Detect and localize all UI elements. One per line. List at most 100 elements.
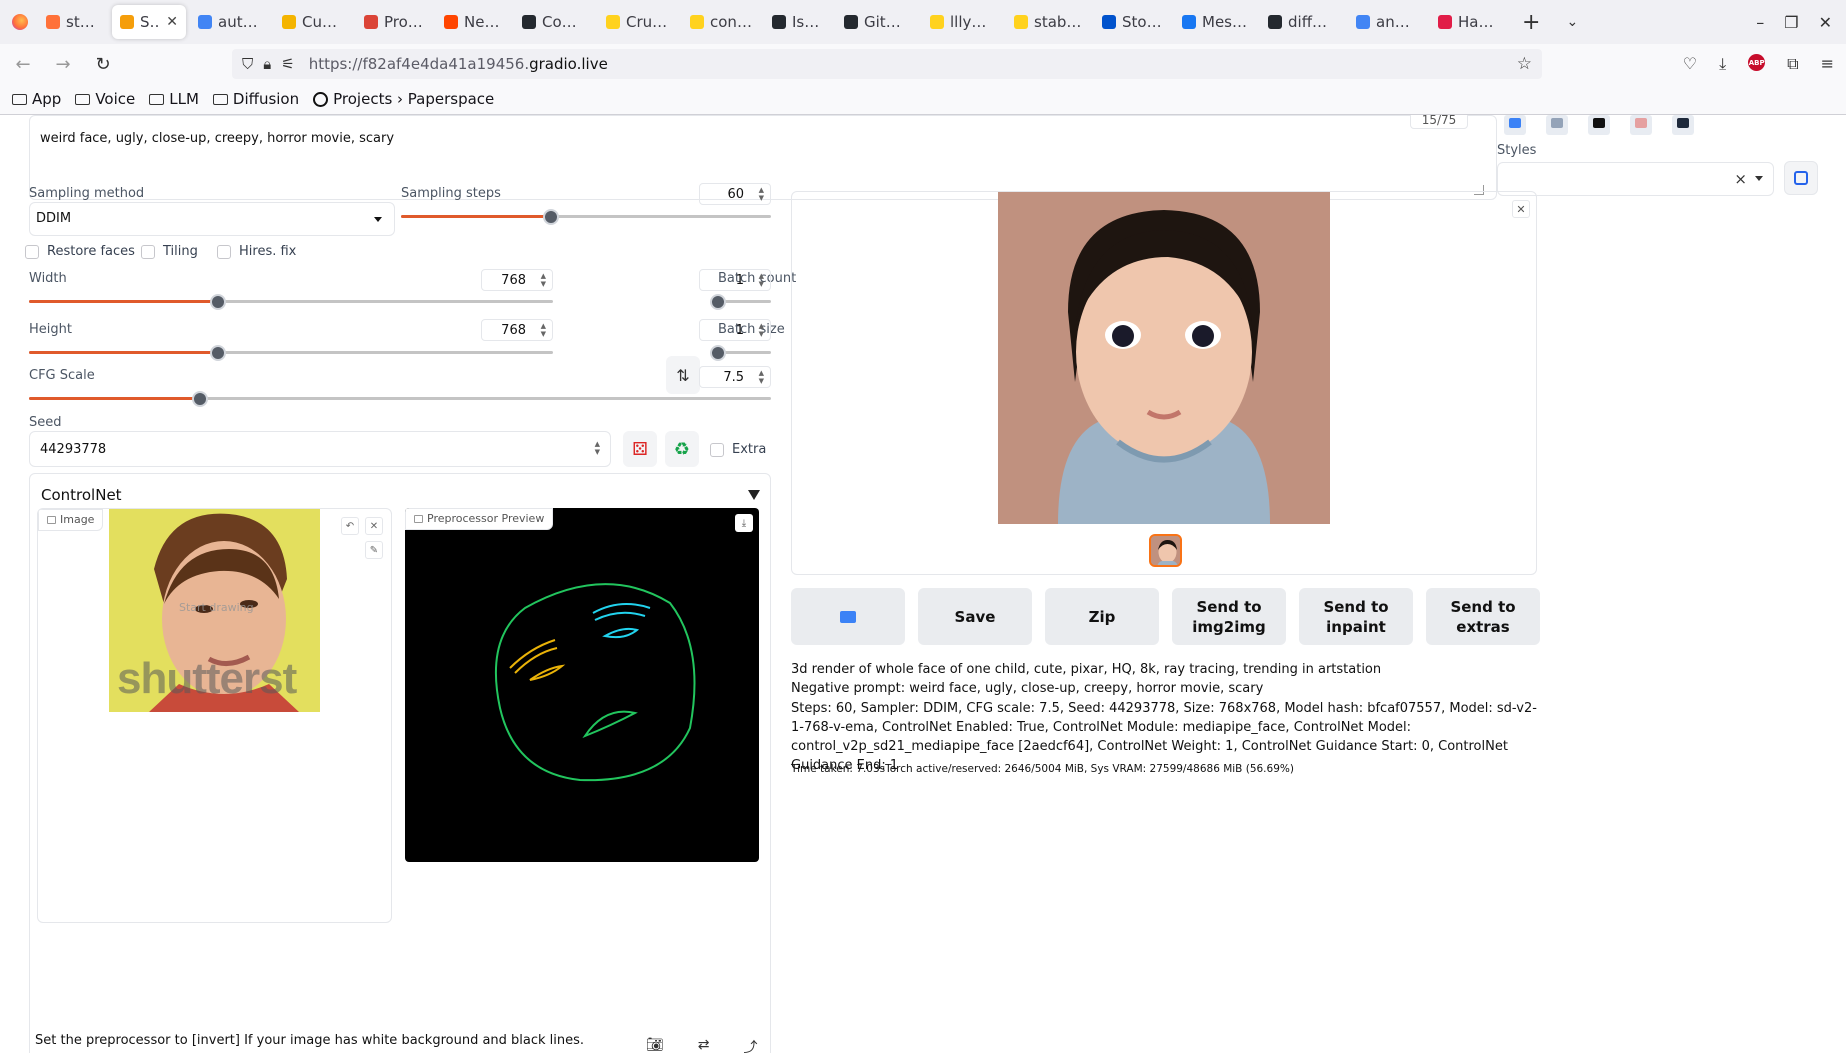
spinner-icon[interactable]: ▲ ▼ xyxy=(759,369,764,385)
browser-tab[interactable]: Promp xyxy=(356,5,432,39)
lock-icon[interactable]: 🔒︎ xyxy=(263,55,271,73)
close-icon[interactable]: ✕ xyxy=(1512,200,1530,218)
spinner-icon[interactable]: ▲ ▼ xyxy=(541,272,546,288)
download-icon[interactable]: ⤓ xyxy=(735,514,753,532)
browser-tab[interactable]: New C xyxy=(436,5,510,39)
height-slider[interactable] xyxy=(29,345,553,361)
browser-tab[interactable]: stable_ xyxy=(38,5,108,39)
sampling-method-select[interactable]: DDIM xyxy=(29,202,395,236)
reload-icon[interactable]: ↻ xyxy=(86,54,120,75)
back-icon[interactable]: ← xyxy=(6,54,40,75)
list-all-tabs-icon[interactable]: ⌄ xyxy=(1566,14,1578,30)
paste-icon[interactable] xyxy=(1504,115,1526,135)
swap-icon[interactable]: ⇄ xyxy=(698,1037,710,1053)
browser-tab[interactable]: Stab ✕ xyxy=(112,5,186,39)
firefox-icon[interactable] xyxy=(12,14,28,30)
cfg-scale-slider[interactable] xyxy=(29,391,771,407)
slider-thumb[interactable] xyxy=(209,294,226,310)
reuse-seed-button[interactable]: ♻ xyxy=(665,431,699,467)
adblock-icon[interactable]: ABP xyxy=(1748,54,1766,71)
browser-tab[interactable]: Contro xyxy=(514,5,594,39)
seed-input[interactable]: 44293778 ▲ ▼ xyxy=(29,431,611,467)
browser-tab[interactable]: stabilit xyxy=(1006,5,1090,39)
spinner-icon[interactable]: ▲ ▼ xyxy=(759,322,764,338)
browser-tab[interactable]: diffuse xyxy=(1260,5,1344,39)
hires-fix-checkbox[interactable]: Hires. fix xyxy=(217,244,296,259)
browser-tab[interactable]: contro xyxy=(682,5,760,39)
sampling-steps-input[interactable]: 60 ▲ ▼ xyxy=(699,183,771,205)
cfg-scale-input[interactable]: 7.5 ▲ ▼ xyxy=(699,366,771,388)
pocket-icon[interactable]: ♡ xyxy=(1683,54,1697,74)
slider-thumb[interactable] xyxy=(542,209,559,225)
restore-faces-checkbox[interactable]: Restore faces xyxy=(25,244,135,259)
forward-icon[interactable]: → xyxy=(46,54,80,75)
browser-tab[interactable]: Stories xyxy=(1094,5,1170,39)
styles-dropdown[interactable]: × xyxy=(1497,162,1774,196)
close-tab-icon[interactable]: ✕ xyxy=(166,14,178,30)
gallery-thumbnail[interactable] xyxy=(1149,534,1182,567)
slider-thumb[interactable] xyxy=(710,294,726,310)
shield-icon[interactable]: ⛉ xyxy=(242,55,253,73)
save-button[interactable]: Save xyxy=(918,588,1032,645)
zip-button[interactable]: Zip xyxy=(1045,588,1159,645)
extensions-icon[interactable]: ⧉ xyxy=(1787,54,1798,74)
batch-count-input[interactable]: 1 ▲ ▼ xyxy=(699,269,771,291)
bookmark-app[interactable]: App xyxy=(12,90,61,108)
height-input[interactable]: 768 ▲ ▼ xyxy=(481,319,553,341)
brush-icon[interactable]: ✎ xyxy=(365,541,383,559)
extra-seed-checkbox[interactable]: Extra xyxy=(710,442,766,457)
apply-style-button[interactable] xyxy=(1784,161,1818,195)
tiling-checkbox[interactable]: Tiling xyxy=(141,244,198,259)
collapse-icon[interactable] xyxy=(748,490,760,500)
browser-tab[interactable]: autom xyxy=(190,5,270,39)
batch-size-input[interactable]: 1 ▲ ▼ xyxy=(699,319,771,341)
bookmark-diffusion[interactable]: Diffusion xyxy=(212,90,299,108)
browser-tab[interactable]: lllyasvi xyxy=(922,5,1002,39)
swap-dimensions-button[interactable]: ⇅ xyxy=(666,356,700,394)
bookmark-projects[interactable]: Projects › Paperspace xyxy=(313,90,494,108)
undo-icon[interactable]: ↶ xyxy=(341,517,359,535)
spinner-icon[interactable]: ▲ ▼ xyxy=(541,322,546,338)
spinner-icon[interactable]: ▲ ▼ xyxy=(759,272,764,288)
open-folder-button[interactable] xyxy=(791,588,905,645)
url-bar[interactable]: ⛉ 🔒︎ ⚟ https://f82af4e4da41a19456.gradio… xyxy=(232,49,1542,79)
controlnet-image-canvas[interactable]: shutterst Start drawing Image ↶ ✕ ✎ xyxy=(37,508,392,923)
browser-tab[interactable]: Issues xyxy=(764,5,832,39)
batch-size-slider[interactable] xyxy=(710,345,771,361)
slider-thumb[interactable] xyxy=(209,345,226,361)
send-to-inpaint-button[interactable]: Send to inpaint xyxy=(1299,588,1413,645)
browser-tab[interactable]: Crucib xyxy=(598,5,678,39)
slider-thumb[interactable] xyxy=(710,345,726,361)
downloads-icon[interactable]: ⤓ xyxy=(1719,54,1726,74)
browser-tab[interactable]: Hands xyxy=(1430,5,1508,39)
width-slider[interactable] xyxy=(29,294,553,310)
camera-icon[interactable]: 📷︎ xyxy=(646,1037,664,1053)
clipboard-icon[interactable] xyxy=(1588,115,1610,135)
close-window-icon[interactable]: ✕ xyxy=(1819,13,1832,32)
batch-count-slider[interactable] xyxy=(710,294,771,310)
trash-icon[interactable] xyxy=(1546,115,1568,135)
minimize-icon[interactable]: – xyxy=(1756,13,1764,32)
random-seed-button[interactable]: ⚄ xyxy=(623,431,657,467)
menu-icon[interactable]: ≡ xyxy=(1821,54,1834,74)
save-style-icon[interactable] xyxy=(1672,115,1694,135)
send-to-img2img-button[interactable]: Send to img2img xyxy=(1172,588,1286,645)
restore-icon[interactable]: ❐ xyxy=(1784,13,1798,32)
browser-tab[interactable]: angry xyxy=(1348,5,1426,39)
sampling-steps-slider[interactable] xyxy=(401,209,771,225)
browser-tab[interactable]: GitHub xyxy=(836,5,918,39)
permissions-icon[interactable]: ⚟ xyxy=(281,55,294,73)
clear-icon[interactable]: × xyxy=(1734,170,1747,188)
spinner-icon[interactable]: ▲ ▼ xyxy=(595,440,600,456)
bookmark-star-icon[interactable]: ☆ xyxy=(1517,54,1532,74)
bookmark-voice[interactable]: Voice xyxy=(75,90,135,108)
bookmark-llm[interactable]: LLM xyxy=(149,90,199,108)
styles-list-icon[interactable] xyxy=(1630,115,1652,135)
generated-image[interactable] xyxy=(998,192,1330,524)
new-tab-icon[interactable]: + xyxy=(1522,10,1540,35)
slider-thumb[interactable] xyxy=(191,391,208,407)
width-input[interactable]: 768 ▲ ▼ xyxy=(481,269,553,291)
send-to-extras-button[interactable]: Send to extras xyxy=(1426,588,1540,645)
browser-tab[interactable]: Messe xyxy=(1174,5,1256,39)
spinner-icon[interactable]: ▲ ▼ xyxy=(759,186,764,202)
